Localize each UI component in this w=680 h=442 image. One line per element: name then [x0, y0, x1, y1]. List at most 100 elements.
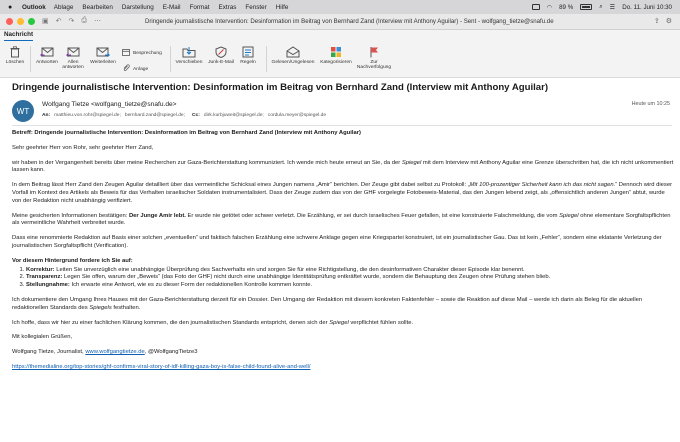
greeting: Sehr geehrter Herr von Rohr, sehr geehrt…	[12, 144, 154, 151]
to-label: An:	[42, 113, 51, 118]
wifi-icon[interactable]: ◠	[547, 4, 552, 11]
categorize-label: Kategorisieren	[320, 60, 352, 65]
paperclip-icon	[122, 64, 130, 74]
settings-icon[interactable]: ⚙	[666, 17, 672, 25]
junk-button[interactable]: Junk-E-Mail	[205, 46, 237, 65]
more-icon[interactable]: ⋯	[94, 17, 101, 25]
body-subject: Betreff: Dringende journalistische Inter…	[12, 130, 361, 136]
read-unread-button[interactable]: Gelesen/Ungelesen	[268, 46, 318, 65]
demand-intro: Vor diesem Hintergrund fordere ich Sie a…	[12, 257, 133, 264]
paragraph: Ich dokumentiere den Umgang Ihres Hauses…	[12, 296, 643, 311]
tab-nachricht[interactable]: Nachricht	[4, 31, 34, 41]
ribbon: Löschen Antworten Allen antworten Weiter…	[0, 42, 680, 78]
closing: Mit kollegialen Grüßen,	[12, 334, 73, 341]
separator	[170, 46, 171, 72]
clock[interactable]: Do. 11. Juni 10:30	[622, 4, 672, 11]
menu-app-outlook[interactable]: Outlook	[22, 4, 46, 11]
apple-icon[interactable]: ●	[8, 4, 16, 11]
received-time: Heute um 10:25	[631, 101, 670, 107]
menu-extras[interactable]: Extras	[219, 4, 237, 11]
paragraph: Dass eine renommierte Redaktion auf Basi…	[12, 235, 662, 249]
reply-all-label: Allen antworten	[62, 60, 84, 71]
cc-label: Cc:	[192, 113, 200, 118]
rules-button[interactable]: Regeln	[237, 46, 259, 65]
to-recipient[interactable]: matthieu.von.rohr@spiegel.de;	[54, 113, 121, 118]
close-window-button[interactable]	[6, 18, 13, 25]
separator	[266, 46, 267, 72]
save-icon[interactable]: ▣	[42, 17, 49, 25]
reply-all-icon	[66, 46, 80, 58]
menu-email[interactable]: E-Mail	[163, 4, 181, 11]
paragraph: Meine gesicherten Informationen bestätig…	[12, 212, 671, 227]
ribbon-tabs: Nachricht	[0, 30, 680, 42]
undo-icon[interactable]: ↶	[56, 17, 62, 25]
header-divider	[12, 125, 672, 126]
read-unread-label: Gelesen/Ungelesen	[271, 60, 315, 65]
list-item: Transparenz: Legen Sie offen, warum der …	[26, 274, 674, 282]
battery-icon[interactable]	[580, 4, 593, 10]
share-icon[interactable]: ⇪	[654, 17, 660, 25]
delete-button[interactable]: Löschen	[4, 46, 26, 65]
categorize-button[interactable]: Kategorisieren	[318, 46, 354, 65]
article-link[interactable]: https://themedialine.org/top-stories/ghf…	[12, 364, 310, 370]
window-titlebar: ▣ ↶ ↷ ⎙ ⋯ Dringende journalistische Inte…	[0, 14, 680, 30]
cc-recipient[interactable]: cordula.meyer@spiegel.de	[268, 113, 326, 118]
website-link[interactable]: www.wolfgangtietze.de	[85, 349, 144, 355]
sender[interactable]: Wolfgang Tietze <wolfgang_tietze@snafu.d…	[42, 101, 177, 108]
paragraph: In dem Beitrag lässt Herr Zand den Zeuge…	[12, 182, 673, 204]
rules-icon	[241, 46, 255, 58]
window-title: Dringende journalistische Intervention: …	[145, 18, 554, 25]
screen-icon[interactable]	[531, 4, 540, 10]
quick-access-toolbar: ▣ ↶ ↷ ⎙ ⋯	[42, 17, 101, 25]
status-area: ◠ 89 % ⌕ ☰ Do. 11. Juni 10:30	[531, 0, 672, 14]
envelope-open-icon	[286, 46, 300, 58]
search-icon[interactable]: ⌕	[599, 3, 602, 11]
move-button[interactable]: Verschieben	[173, 46, 205, 65]
print-icon[interactable]: ⎙	[81, 17, 87, 25]
reply-button[interactable]: Antworten	[34, 46, 60, 65]
email-body: Betreff: Dringende journalistische Inter…	[12, 130, 674, 379]
menu-ablage[interactable]: Ablage	[54, 4, 74, 11]
redo-icon[interactable]: ↷	[69, 17, 75, 25]
followup-label: Zur Nachverfolgung	[356, 60, 392, 71]
trash-icon	[8, 46, 22, 58]
forward-icon	[96, 46, 110, 58]
junk-icon	[214, 46, 228, 58]
menu-bearbeiten[interactable]: Bearbeiten	[82, 4, 112, 11]
menu-hilfe[interactable]: Hilfe	[276, 4, 289, 11]
email-subject: Dringende journalistische Intervention: …	[12, 82, 549, 93]
rules-label: Regeln	[240, 60, 256, 65]
menu-format[interactable]: Format	[190, 4, 210, 11]
forward-button[interactable]: Weiterleiten	[88, 46, 118, 65]
paragraph: Ich hoffe, dass wir hier zu einer fachli…	[12, 319, 414, 326]
move-label: Verschieben	[175, 60, 203, 65]
avatar[interactable]: WT	[12, 100, 34, 122]
menu-darstellung[interactable]: Darstellung	[122, 4, 154, 11]
menu-fenster[interactable]: Fenster	[245, 4, 266, 11]
control-center-icon[interactable]: ☰	[610, 4, 616, 11]
demand-list: Korrektur: Leiten Sie unverzüglich eine …	[26, 267, 674, 290]
category-icon	[329, 46, 343, 58]
to-recipient[interactable]: bernhard.zand@spiegel.de;	[125, 113, 185, 118]
battery-percent: 89 %	[559, 3, 574, 11]
reply-label: Antworten	[35, 60, 59, 65]
calendar-icon	[122, 49, 130, 58]
followup-button[interactable]: Zur Nachverfolgung	[354, 46, 394, 71]
separator	[30, 46, 31, 72]
attachment-label: Anlage	[133, 66, 149, 72]
reply-icon	[40, 46, 54, 58]
window-right-tools: ⇪ ⚙	[654, 17, 672, 25]
list-item: Stellungnahme: Ich erwarte eine Antwort,…	[26, 282, 674, 290]
meeting-button[interactable]: Besprechung	[122, 49, 162, 58]
forward-label: Weiterleiten	[90, 60, 116, 65]
minimize-window-button[interactable]	[17, 18, 24, 25]
list-item: Korrektur: Leiten Sie unverzüglich eine …	[26, 267, 674, 275]
signature: Wolfgang Tietze, Journalist, www.wolfgan…	[12, 349, 198, 356]
meeting-label: Besprechung	[133, 51, 162, 56]
reply-all-button[interactable]: Allen antworten	[60, 46, 86, 71]
attachment-button[interactable]: Anlage	[122, 64, 148, 74]
zoom-window-button[interactable]	[28, 18, 35, 25]
window-controls	[6, 18, 35, 25]
macos-menubar: ● Outlook Ablage Bearbeiten Darstellung …	[0, 0, 680, 14]
cc-recipient[interactable]: dirk.kurbjuweit@spiegel.de;	[204, 113, 264, 118]
